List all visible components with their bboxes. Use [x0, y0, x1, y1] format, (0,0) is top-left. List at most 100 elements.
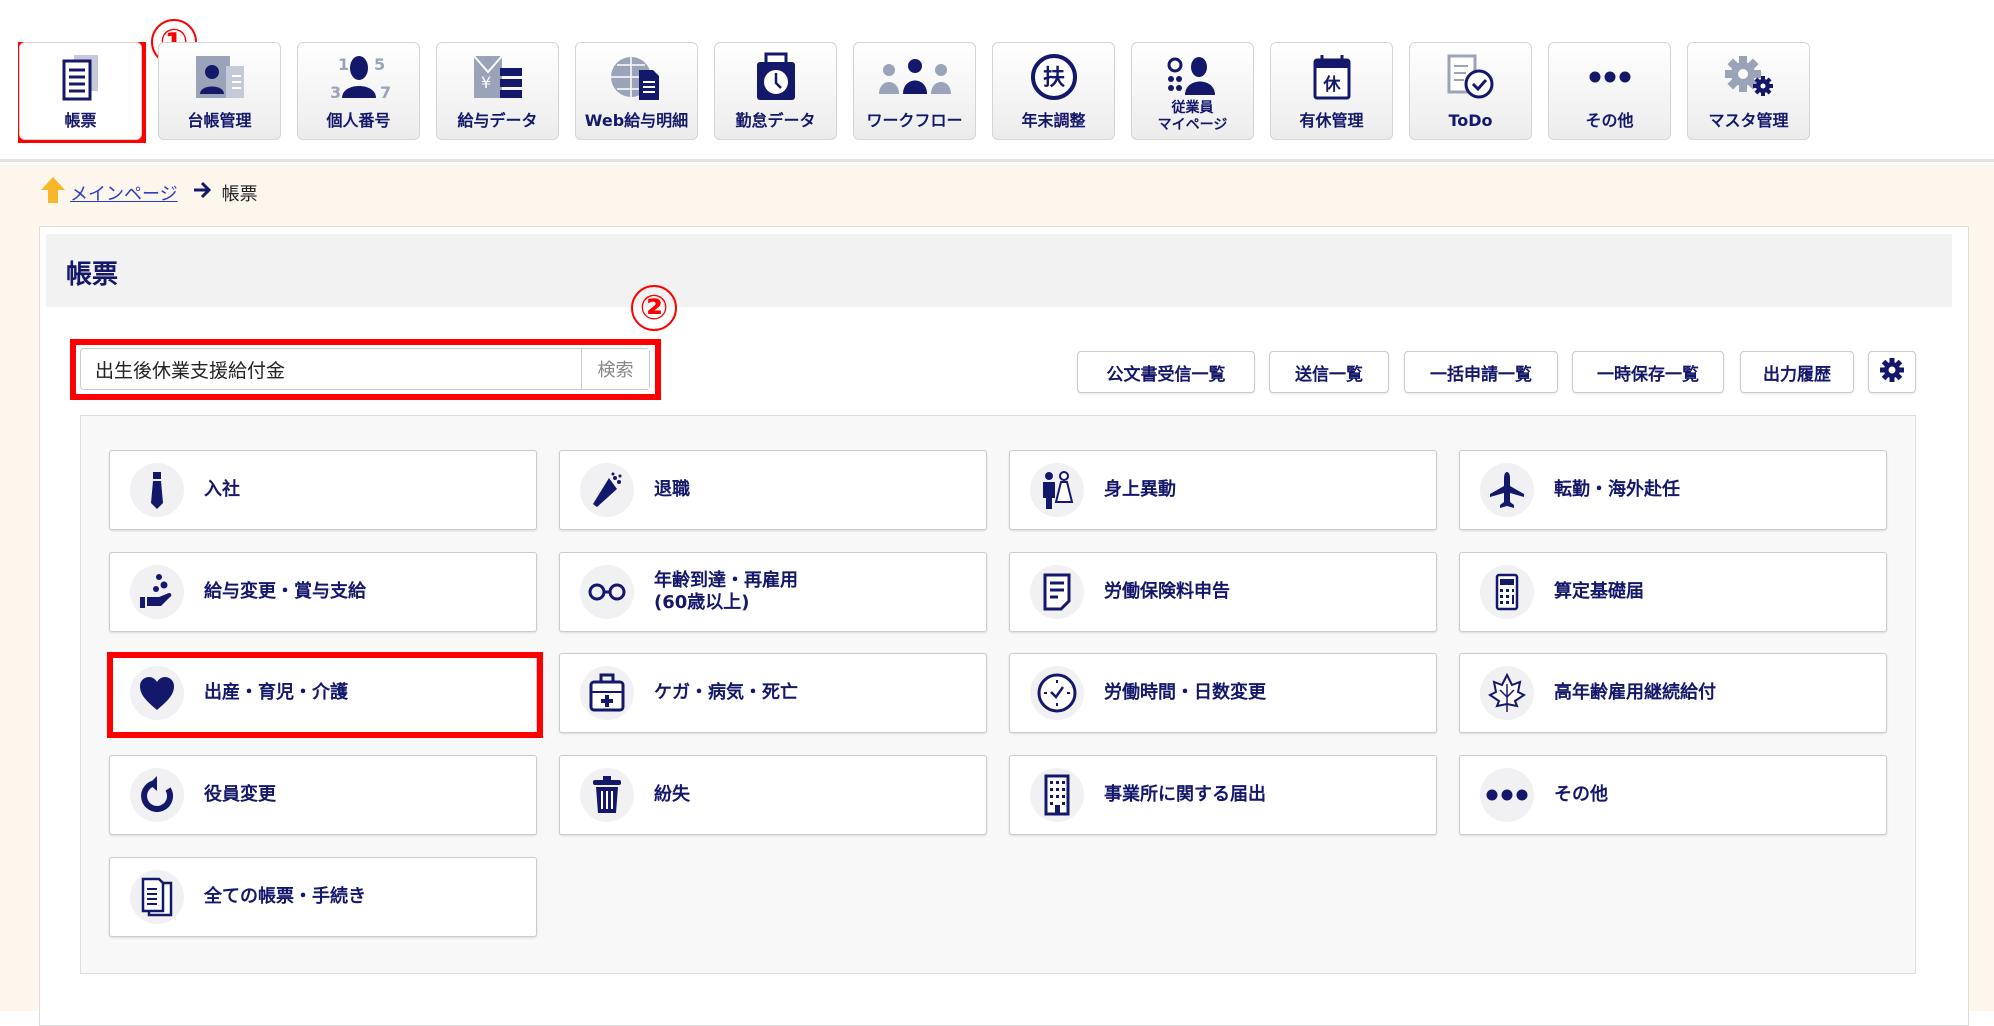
- search-input[interactable]: [81, 349, 581, 389]
- annotation-2: ②: [631, 285, 677, 331]
- toolbar-button[interactable]: 帳票: [19, 42, 142, 140]
- toolbar-button[interactable]: 従業員 マイページ: [1131, 42, 1254, 140]
- toolbar-button-label: 台帳管理: [187, 111, 252, 130]
- svg-text:扶: 扶: [1042, 66, 1064, 91]
- search-box: 検索: [80, 348, 650, 390]
- trash-icon: [580, 768, 634, 823]
- category-card[interactable]: 役員変更: [109, 755, 537, 836]
- clock-icon: [1030, 666, 1084, 721]
- category-card-label: 労働時間・日数変更: [1104, 682, 1266, 704]
- toolbar-button-label: 従業員 マイページ: [1157, 100, 1228, 133]
- toolbar-button-label: 個人番号: [326, 111, 391, 130]
- category-card[interactable]: ケガ・病気・死亡: [559, 653, 987, 734]
- breadcrumb-home-link[interactable]: メインページ: [70, 180, 178, 206]
- first-aid-icon: [580, 666, 634, 721]
- category-card[interactable]: 高年齢雇用継続給付: [1459, 653, 1887, 734]
- leave-calendar-icon: 休: [1271, 51, 1392, 103]
- home-icon[interactable]: [40, 176, 66, 209]
- toolbar-button[interactable]: 休有休管理: [1270, 42, 1393, 140]
- action-button[interactable]: 一時保存一覧: [1572, 351, 1724, 393]
- glasses-icon: [580, 564, 634, 619]
- category-card-label: 転勤・海外赴任: [1554, 479, 1680, 500]
- airplane-icon: [1480, 463, 1534, 517]
- documents-icon: [130, 869, 184, 924]
- svg-text:¥: ¥: [481, 73, 491, 92]
- category-card-label: 高年齢雇用継続給付: [1554, 682, 1716, 704]
- category-card-label: その他: [1554, 784, 1608, 806]
- toolbar-button-label: 勤怠データ: [735, 111, 816, 130]
- category-card[interactable]: 全ての帳票・手続き: [109, 856, 537, 937]
- category-card[interactable]: その他: [1459, 755, 1887, 836]
- toolbar-button[interactable]: 台帳管理: [158, 42, 281, 140]
- toolbar-button-label: 給与データ: [457, 111, 538, 130]
- form-icon: [1030, 564, 1084, 619]
- category-card[interactable]: 算定基礎届: [1459, 551, 1887, 632]
- category-card[interactable]: 事業所に関する届出: [1009, 755, 1437, 836]
- page-title: 帳票: [66, 260, 119, 290]
- category-card-label: ケガ・病気・死亡: [654, 682, 798, 704]
- hand-coins-icon: [130, 564, 184, 619]
- svg-text:休: 休: [1322, 74, 1341, 95]
- todo-check-icon: [1410, 51, 1531, 103]
- more-dots-icon: [1480, 768, 1534, 823]
- arrow-right-icon: [192, 181, 212, 204]
- category-card[interactable]: 紛失: [559, 755, 987, 836]
- toolbar-button[interactable]: 勤怠データ: [714, 42, 837, 140]
- maple-leaf-icon: [1480, 666, 1534, 721]
- toolbar-button[interactable]: 1 5 3 7 個人番号: [297, 42, 420, 140]
- toolbar-button-label: 帳票: [64, 111, 97, 130]
- refresh-icon: [130, 768, 184, 823]
- action-button[interactable]: 出力履歴: [1740, 351, 1854, 393]
- category-card[interactable]: 労働保険料申告: [1009, 551, 1437, 632]
- category-card[interactable]: 労働時間・日数変更: [1009, 653, 1437, 734]
- workflow-people-icon: [854, 51, 975, 103]
- toolbar-button-label: その他: [1585, 111, 1634, 130]
- search-button[interactable]: 検索: [581, 349, 649, 389]
- breadcrumb-current: 帳票: [221, 183, 258, 205]
- action-button[interactable]: 送信一覧: [1269, 351, 1389, 393]
- category-card[interactable]: 転勤・海外赴任: [1459, 450, 1887, 530]
- employee-mypage-icon: [1132, 51, 1253, 103]
- toolbar-button[interactable]: ワークフロー: [853, 42, 976, 140]
- more-dots-icon: [1549, 51, 1670, 103]
- document-stack-icon: [20, 51, 141, 103]
- category-card[interactable]: 出産・育児・介護: [109, 653, 537, 734]
- toolbar-button[interactable]: 扶年末調整: [992, 42, 1115, 140]
- category-card-label: 労働保険料申告: [1104, 580, 1230, 602]
- category-card-label: 算定基礎届: [1554, 580, 1644, 602]
- toolbar-button[interactable]: マスタ管理: [1687, 42, 1810, 140]
- category-card[interactable]: 入社: [109, 450, 537, 530]
- time-card-icon: [715, 51, 836, 103]
- toolbar-button[interactable]: ¥ 給与データ: [436, 42, 559, 140]
- category-card-label: 事業所に関する届出: [1104, 784, 1266, 806]
- category-card-label: 給与変更・賞与支給: [204, 580, 366, 602]
- web-payslip-icon: [576, 51, 697, 103]
- person-number-icon: 1537: [298, 51, 419, 103]
- svg-text:5: 5: [374, 55, 385, 74]
- toolbar-button-label: ワークフロー: [866, 111, 963, 130]
- toolbar-button[interactable]: Web給与明細: [575, 42, 698, 140]
- category-card-label: 退職: [654, 479, 690, 500]
- toolbar-button[interactable]: ToDo: [1409, 42, 1532, 140]
- svg-text:3: 3: [330, 83, 341, 102]
- category-card-label: 出産・育児・介護: [204, 682, 348, 704]
- tie-icon: [130, 463, 184, 517]
- category-card-label: 全ての帳票・手続き: [204, 885, 366, 907]
- category-card-label: 入社: [204, 479, 240, 500]
- action-button[interactable]: 一括申請一覧: [1404, 351, 1558, 393]
- category-card[interactable]: 年齢到達・再雇用 (60歳以上): [559, 551, 987, 632]
- id-card-icon: [159, 51, 280, 103]
- breadcrumb: メインページ 帳票: [40, 176, 258, 209]
- toolbar-button-label: 有休管理: [1299, 111, 1364, 130]
- action-button[interactable]: 公文書受信一覧: [1077, 351, 1255, 393]
- category-card[interactable]: 退職: [559, 450, 987, 530]
- category-card[interactable]: 身上異動: [1009, 450, 1437, 530]
- calculator-icon: [1480, 564, 1534, 619]
- settings-button[interactable]: [1868, 351, 1916, 393]
- fu-circle-icon: 扶: [993, 51, 1114, 103]
- title-bar: 帳票: [46, 234, 1952, 307]
- toolbar-button[interactable]: その他: [1548, 42, 1671, 140]
- category-card[interactable]: 給与変更・賞与支給: [109, 551, 537, 632]
- couple-icon: [1030, 463, 1084, 517]
- toolbar-button-label: ToDo: [1448, 111, 1493, 130]
